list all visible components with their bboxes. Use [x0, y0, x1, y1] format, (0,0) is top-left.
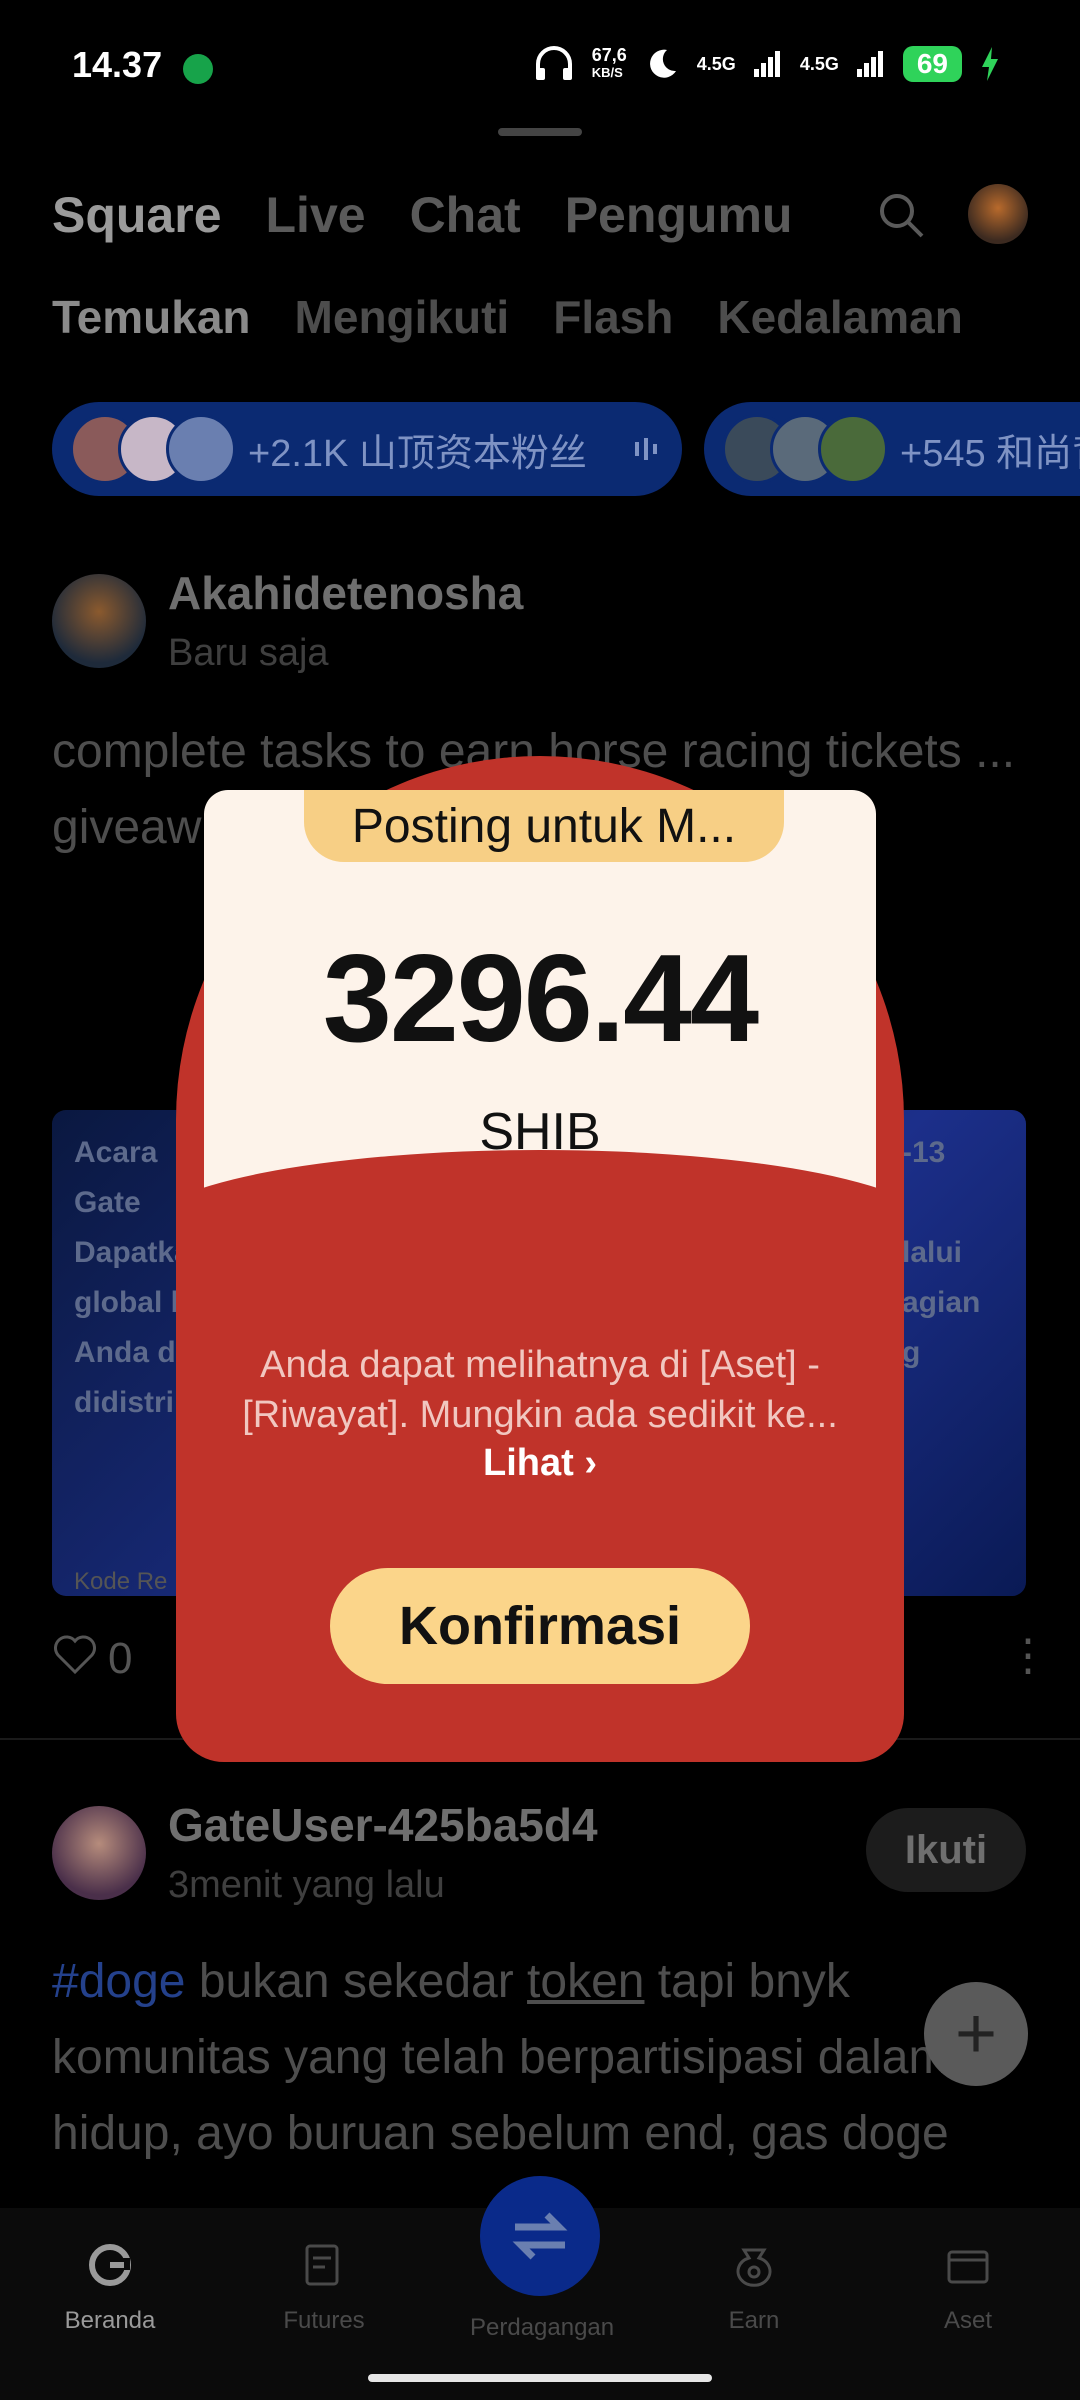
view-link[interactable]: Lihat › [176, 1442, 904, 1485]
nav-label: Perdagangan [470, 2314, 615, 2341]
create-post-button[interactable]: + [924, 1982, 1028, 2086]
nav-label: Aset [943, 2307, 993, 2334]
signal-4g-2: 4.5G [799, 53, 839, 74]
post-author[interactable]: GateUser-425ba5d4 [168, 1798, 598, 1852]
earn-icon [736, 2248, 772, 2287]
tab-live[interactable]: Live [266, 186, 366, 244]
post-body[interactable]: #doge bukan sekedar token tapi bnyk komu… [52, 1944, 1052, 2172]
subtab-mengikuti[interactable]: Mengikuti [295, 290, 510, 344]
sub-tabs: Temukan Mengikuti Flash Kedalaman [52, 290, 963, 344]
reward-unit: SHIB [479, 1103, 601, 1161]
top-tabs: Square Live Chat Pengumu [52, 186, 792, 244]
status-time: 14.37 [72, 44, 163, 85]
more-icon[interactable]: ⋮ [1006, 1634, 1050, 1678]
avatar-stack [722, 414, 888, 484]
battery-level: 69 [902, 46, 962, 82]
charging-icon [982, 47, 998, 81]
avatar[interactable] [52, 1806, 146, 1900]
live-room-chip[interactable]: +2.1K 山顶资本粉丝 [52, 402, 682, 496]
reward-modal: Posting untuk M... 3296.44 SHIB Anda dap… [176, 756, 904, 1762]
nav-beranda[interactable]: Beranda [40, 2240, 180, 2335]
status-icons: 67,6 KB/S 4.5G 4.5G 69 [534, 46, 1000, 82]
post-author[interactable]: Akahidetenosha [168, 566, 523, 620]
home-icon [89, 2244, 131, 2286]
nav-futures[interactable]: Futures [254, 2240, 394, 2335]
reward-title: Posting untuk M... [304, 790, 784, 862]
avatar[interactable] [52, 574, 146, 668]
sheet-handle[interactable] [498, 128, 582, 136]
home-indicator[interactable] [368, 2374, 712, 2382]
chip-label: +2.1K 山顶资本粉丝 [248, 432, 587, 475]
post-time: 3menit yang lalu [168, 1864, 445, 1906]
signal-4g-1: 4.5G [696, 53, 736, 74]
token-link[interactable]: token [527, 1955, 644, 2008]
nav-label: Beranda [64, 2307, 156, 2334]
banner-footer: Kode Re [74, 1568, 168, 1595]
audio-wave-icon [634, 438, 657, 460]
nav-perdagangan[interactable]: Perdagangan [470, 2314, 615, 2342]
nav-aset[interactable]: Aset [898, 2240, 1038, 2335]
subtab-flash[interactable]: Flash [553, 290, 673, 344]
banner-text-left: Acara Gate Dapatka global b Anda da didi… [74, 1136, 193, 1419]
nav-earn[interactable]: Earn [684, 2240, 824, 2335]
nav-label: Earn [728, 2307, 780, 2334]
banner-text-right: -13 lalui agian g [902, 1136, 981, 1369]
tab-pengumuman[interactable]: Pengumu [565, 186, 793, 244]
trade-icon [512, 2212, 568, 2260]
heart-icon[interactable] [52, 1632, 98, 1678]
wallet-icon [947, 2250, 989, 2284]
follow-button[interactable]: Ikuti [866, 1808, 1026, 1892]
reward-amount: 3296.44 [322, 930, 759, 1068]
headphones-icon [535, 46, 572, 80]
like-count: 0 [108, 1634, 133, 1683]
subtab-temukan[interactable]: Temukan [52, 290, 251, 344]
search-icon[interactable] [876, 190, 926, 240]
tab-square[interactable]: Square [52, 186, 222, 244]
post-time: Baru saja [168, 632, 329, 674]
futures-icon [305, 2244, 339, 2286]
hashtag-link[interactable]: #doge [52, 1955, 185, 2008]
tab-chat[interactable]: Chat [410, 186, 521, 244]
trade-button[interactable] [480, 2176, 600, 2296]
signal-bars-icon [856, 51, 883, 77]
moon-icon [649, 49, 676, 78]
confirm-button[interactable]: Konfirmasi [330, 1568, 750, 1684]
app-notification-icon [183, 54, 213, 84]
post-text-part: bukan sekedar [185, 1955, 528, 2008]
plus-icon: + [954, 1994, 998, 2074]
nav-label: Futures [283, 2307, 365, 2334]
avatar [166, 414, 236, 484]
live-room-chip[interactable]: +545 和尚背 [704, 402, 1080, 496]
subtab-kedalaman[interactable]: Kedalaman [717, 290, 962, 344]
status-bar: 14.37 67,6 KB/S 4.5G 4.5G 69 [0, 0, 1080, 110]
chip-label: +545 和尚背 [900, 432, 1080, 475]
avatar-stack [70, 414, 236, 484]
net-speed: 67,6 KB/S [591, 45, 627, 80]
signal-bars-icon [753, 51, 780, 77]
profile-avatar[interactable] [968, 184, 1028, 244]
avatar [818, 414, 888, 484]
reward-message: Anda dapat melihatnya di [Aset] - [Riway… [242, 1344, 838, 1436]
